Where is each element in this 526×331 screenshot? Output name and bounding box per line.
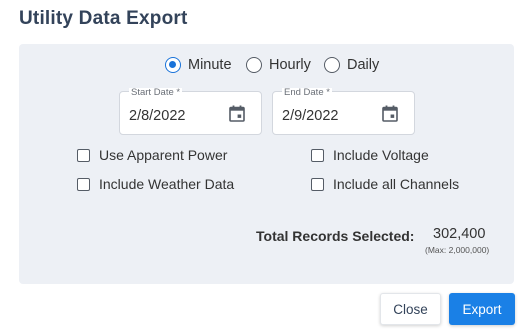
end-date-value[interactable]: 2/9/2022	[282, 108, 338, 124]
radio-daily-indicator[interactable]	[324, 57, 340, 73]
include-all-channels-label: Include all Channels	[333, 176, 460, 192]
radio-minute-indicator[interactable]	[165, 57, 181, 73]
radio-daily[interactable]: Daily	[324, 54, 379, 76]
total-records-max: (Max: 2,000,000)	[425, 245, 490, 255]
radio-hourly-indicator[interactable]	[246, 57, 262, 73]
calendar-icon[interactable]	[229, 105, 245, 122]
end-date-field[interactable]: End Date * 2/9/2022	[272, 87, 415, 135]
total-records-value: 302,400	[433, 226, 486, 242]
start-date-value[interactable]: 2/8/2022	[129, 108, 185, 124]
interval-radio-group: Minute Hourly Daily	[0, 54, 526, 76]
radio-hourly[interactable]: Hourly	[246, 54, 311, 76]
include-voltage-checkbox[interactable]	[311, 148, 324, 162]
close-button[interactable]: Close	[380, 293, 441, 325]
total-records-label: Total Records Selected:	[256, 228, 415, 244]
export-button[interactable]: Export	[449, 293, 515, 325]
include-weather-label: Include Weather Data	[99, 176, 235, 192]
include-all-channels-option[interactable]: Include all Channels	[311, 175, 459, 193]
start-date-label: Start Date *	[129, 87, 183, 98]
radio-minute[interactable]: Minute	[165, 54, 232, 76]
use-apparent-power-option[interactable]: Use Apparent Power	[77, 146, 227, 164]
radio-hourly-label: Hourly	[269, 57, 311, 73]
calendar-icon[interactable]	[382, 105, 398, 122]
use-apparent-power-label: Use Apparent Power	[99, 147, 228, 163]
use-apparent-power-checkbox[interactable]	[77, 148, 90, 162]
include-weather-checkbox[interactable]	[77, 177, 90, 191]
radio-minute-label: Minute	[188, 57, 232, 73]
dialog-title: Utility Data Export	[19, 8, 188, 29]
include-voltage-label: Include Voltage	[333, 147, 429, 163]
include-voltage-option[interactable]: Include Voltage	[311, 146, 429, 164]
start-date-field[interactable]: Start Date * 2/8/2022	[119, 87, 262, 135]
radio-daily-label: Daily	[347, 57, 380, 73]
end-date-label: End Date *	[282, 87, 332, 98]
include-weather-option[interactable]: Include Weather Data	[77, 175, 234, 193]
include-all-channels-checkbox[interactable]	[311, 177, 324, 191]
